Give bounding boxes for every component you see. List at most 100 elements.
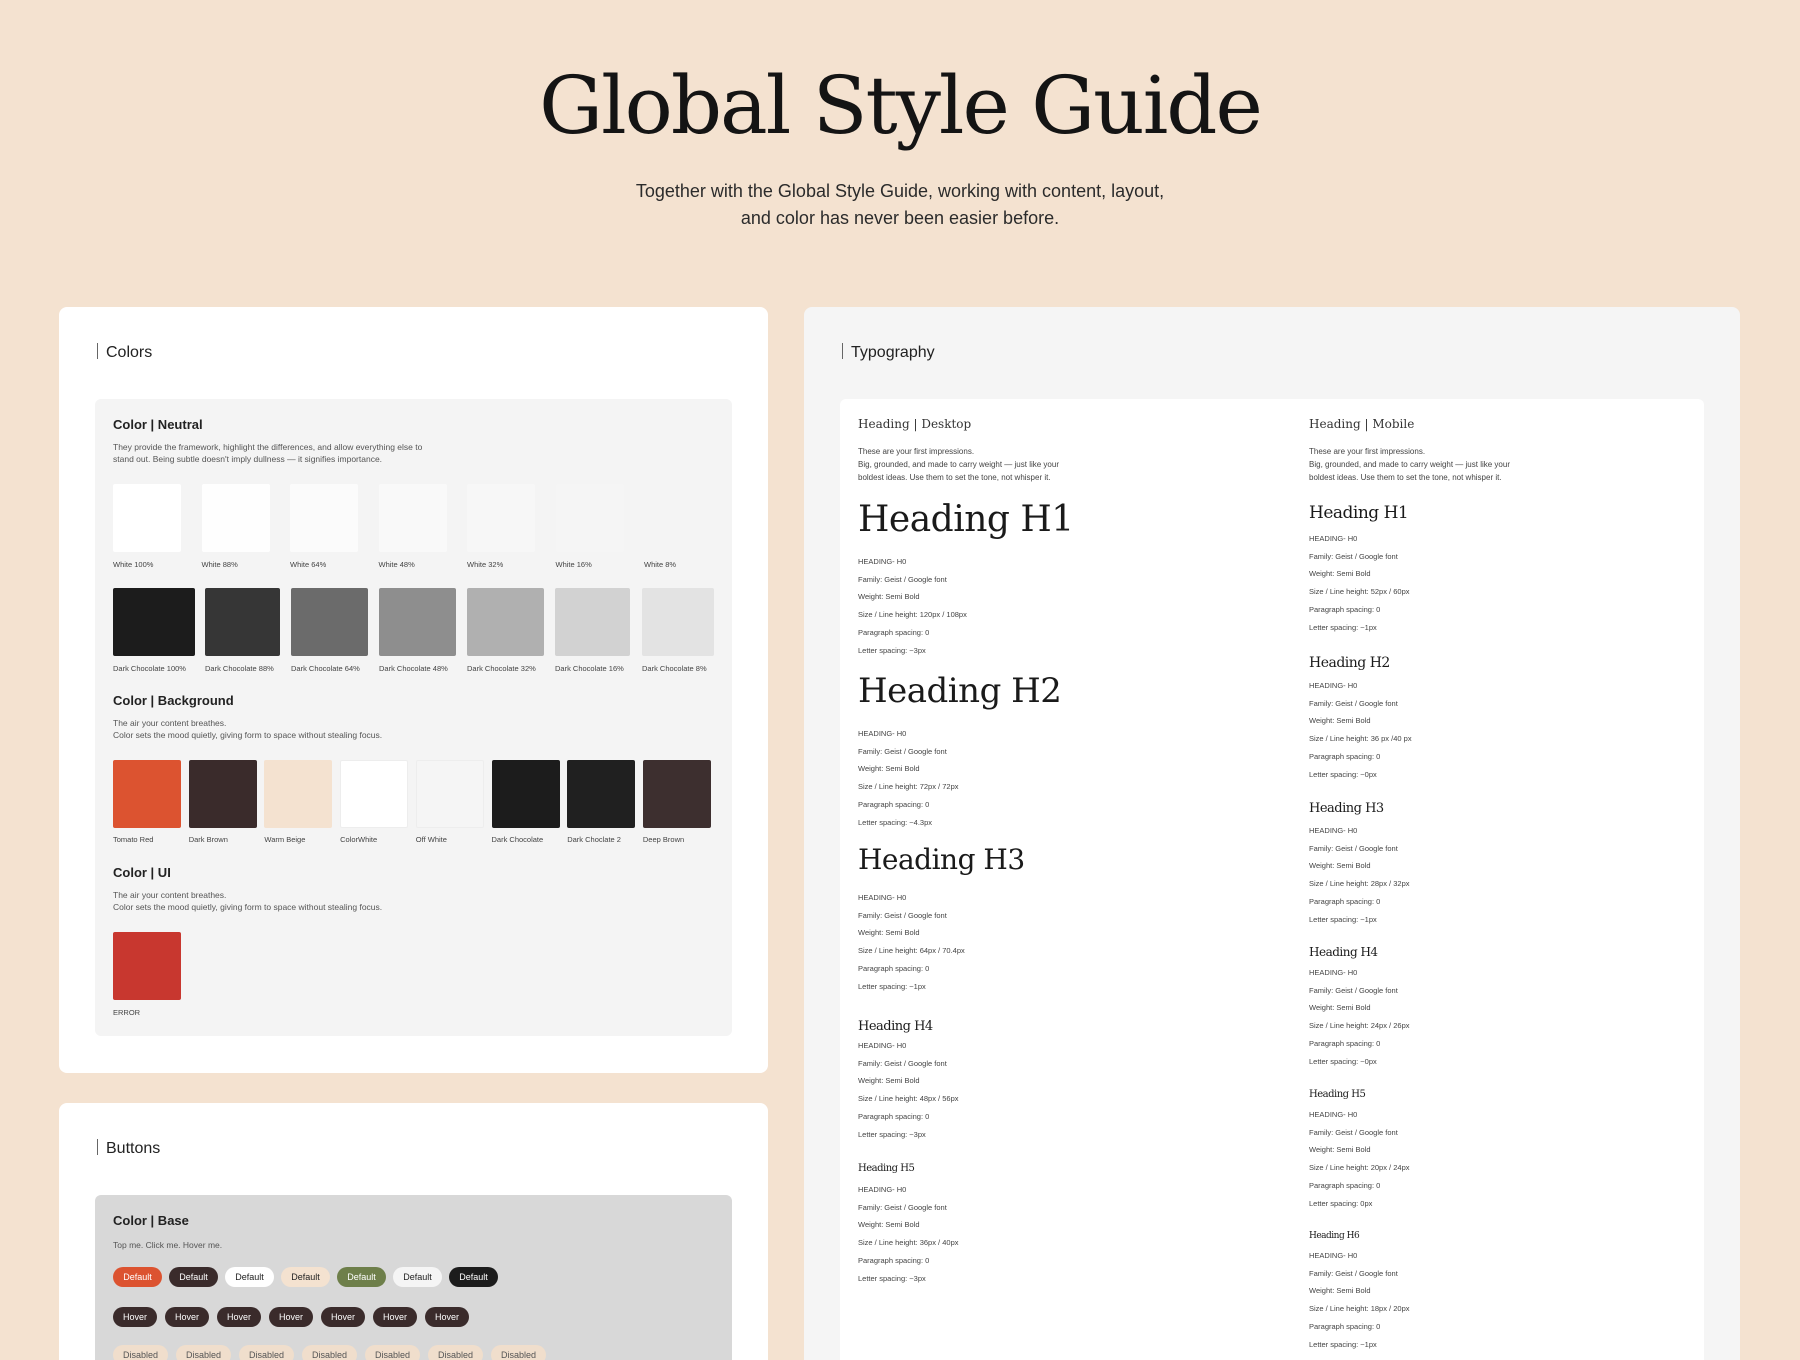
- mobile-column: Heading | Mobile These are your first im…: [1309, 399, 1689, 1360]
- heading-spec: HEADING- H0: [858, 729, 907, 738]
- dark-swatch[interactable]: [291, 588, 368, 656]
- ui-desc-line-1: The air your content breathes.: [113, 890, 227, 900]
- heading-spec: Family: Geist / Google font: [858, 910, 947, 920]
- typography-card: Typography Heading | Desktop These are y…: [804, 307, 1740, 1360]
- white-swatch-label: White 88%: [201, 560, 238, 569]
- heading-spec: Letter spacing: ~1px: [1309, 914, 1377, 924]
- heading-spec: Paragraph spacing: 0: [858, 1111, 930, 1121]
- background-swatch-label: Tomato Red: [113, 835, 154, 844]
- white-swatch[interactable]: [555, 484, 624, 552]
- default-button[interactable]: Default: [337, 1267, 386, 1287]
- background-swatch[interactable]: [264, 760, 333, 828]
- disabled-button[interactable]: Disabled: [428, 1345, 483, 1360]
- heading-sample: Heading H6: [1309, 1231, 1360, 1241]
- default-button[interactable]: Default: [225, 1267, 274, 1287]
- hover-button[interactable]: Hover: [113, 1307, 157, 1327]
- hover-button[interactable]: Hover: [165, 1307, 209, 1327]
- heading-spec: Weight: Semi Bold: [1309, 716, 1371, 726]
- heading-spec: HEADING- H0: [1309, 826, 1358, 835]
- title-bar: [842, 343, 843, 359]
- neutral-desc-line-2: stand out. Being subtle doesn't imply du…: [113, 454, 383, 464]
- dark-swatch[interactable]: [379, 588, 456, 656]
- heading-spec: Letter spacing: ~0px: [1309, 1056, 1377, 1066]
- heading-sample: Heading H5: [1309, 1089, 1366, 1100]
- heading-sample: Heading H3: [1309, 801, 1384, 816]
- background-desc: The air your content breathes. Color set…: [113, 717, 473, 741]
- white-swatch-label: White 8%: [644, 560, 677, 569]
- background-swatch[interactable]: [491, 760, 560, 828]
- white-swatch[interactable]: [467, 484, 535, 552]
- hover-button[interactable]: Hover: [217, 1307, 261, 1327]
- desktop-desc-line-3: boldest ideas. Use them to set the tone,…: [858, 473, 1051, 482]
- background-swatch[interactable]: [340, 760, 409, 828]
- heading-spec: Size / Line height: 28px / 32px: [1309, 879, 1410, 889]
- white-swatch-label: White 32%: [467, 560, 504, 569]
- background-desc-line-1: The air your content breathes.: [113, 718, 227, 728]
- colors-card: Colors Color | Neutral They provide the …: [59, 307, 768, 1073]
- dark-swatch[interactable]: [555, 588, 630, 656]
- dark-swatch[interactable]: [642, 588, 714, 656]
- buttons-panel: Color | Base Top me. Click me. Hover me.…: [95, 1195, 732, 1360]
- background-swatch[interactable]: [415, 760, 484, 828]
- background-swatch[interactable]: [113, 760, 181, 828]
- white-swatch[interactable]: [113, 484, 181, 552]
- background-swatch-label: Dark Chocolate: [491, 835, 544, 844]
- dark-swatch[interactable]: [467, 588, 544, 656]
- disabled-button[interactable]: Disabled: [365, 1345, 420, 1360]
- disabled-button[interactable]: Disabled: [113, 1345, 168, 1360]
- hover-button[interactable]: Hover: [425, 1307, 469, 1327]
- default-button[interactable]: Default: [449, 1267, 498, 1287]
- white-swatch[interactable]: [290, 484, 358, 552]
- default-button[interactable]: Default: [281, 1267, 330, 1287]
- background-swatch[interactable]: [642, 760, 711, 828]
- dark-swatch[interactable]: [205, 588, 280, 656]
- heading-spec: HEADING- H0: [1309, 1251, 1358, 1260]
- hover-button[interactable]: Hover: [373, 1307, 417, 1327]
- disabled-button[interactable]: Disabled: [491, 1345, 546, 1360]
- disabled-button[interactable]: Disabled: [302, 1345, 357, 1360]
- subtitle-line-2: and color has never been easier before.: [740, 208, 1060, 228]
- disabled-button[interactable]: Disabled: [239, 1345, 294, 1360]
- heading-sample: Heading H4: [1309, 945, 1378, 959]
- white-swatch[interactable]: [378, 484, 447, 552]
- default-button[interactable]: Default: [113, 1267, 162, 1287]
- heading-spec: Family: Geist / Google font: [1309, 843, 1398, 853]
- title-bar: [97, 1139, 98, 1155]
- dark-swatch-label: Dark Chocolate 88%: [205, 664, 274, 673]
- default-button[interactable]: Default: [393, 1267, 442, 1287]
- white-swatch-label: White 16%: [555, 560, 592, 569]
- colors-card-title: Colors: [97, 343, 152, 362]
- desktop-desc-line-2: Big, grounded, and made to carry weight …: [858, 460, 1059, 469]
- heading-spec: Letter spacing: ~3px: [858, 1129, 926, 1139]
- heading-spec: Family: Geist / Google font: [1309, 698, 1398, 708]
- dark-swatch-label: Dark Chocolate 32%: [467, 664, 536, 673]
- heading-spec: Weight: Semi Bold: [858, 928, 920, 938]
- hover-button[interactable]: Hover: [321, 1307, 365, 1327]
- ui-desc: The air your content breathes. Color set…: [113, 889, 473, 913]
- white-swatch-label: White 100%: [113, 560, 154, 569]
- neutral-title: Color | Neutral: [113, 417, 203, 432]
- heading-spec: Weight: Semi Bold: [858, 592, 920, 602]
- mobile-desc-line-1: These are your first impressions.: [1309, 447, 1426, 456]
- background-swatch[interactable]: [188, 760, 257, 828]
- background-swatch-label: Deep Brown: [642, 835, 685, 844]
- disabled-button[interactable]: Disabled: [176, 1345, 231, 1360]
- dark-swatch[interactable]: [113, 588, 195, 656]
- typography-card-title: Typography: [842, 343, 935, 362]
- default-button[interactable]: Default: [169, 1267, 218, 1287]
- heading-spec: Paragraph spacing: 0: [858, 1255, 930, 1265]
- white-swatch[interactable]: [644, 484, 712, 552]
- buttons-base-title: Color | Base: [113, 1213, 189, 1228]
- heading-spec: Family: Geist / Google font: [858, 1202, 947, 1212]
- white-swatch[interactable]: [201, 484, 270, 552]
- hover-button[interactable]: Hover: [269, 1307, 313, 1327]
- heading-sample: Heading H4: [858, 1019, 933, 1034]
- heading-sample: Heading H2: [1309, 655, 1390, 671]
- heading-spec: Paragraph spacing: 0: [1309, 896, 1381, 906]
- heading-spec: Family: Geist / Google font: [1309, 1127, 1398, 1137]
- error-swatch[interactable]: [113, 932, 181, 1000]
- background-swatch[interactable]: [567, 760, 636, 828]
- heading-spec: Size / Line height: 72px / 72px: [858, 782, 959, 792]
- heading-spec: Letter spacing: ~3px: [858, 1273, 926, 1283]
- heading-sample: Heading H2: [858, 671, 1062, 711]
